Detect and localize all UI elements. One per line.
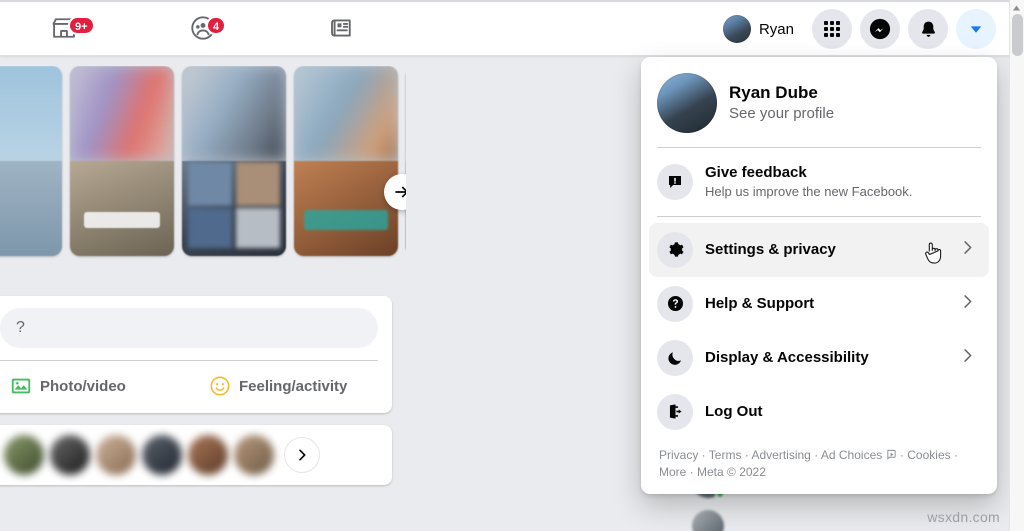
contact-avatar[interactable] <box>96 435 136 475</box>
contact-avatar[interactable] <box>234 435 274 475</box>
footer-separator: · <box>686 465 698 480</box>
marketplace-badge: 9+ <box>68 16 95 35</box>
avatar <box>657 73 717 133</box>
gear-icon <box>657 231 693 268</box>
footer-link-privacy[interactable]: Privacy <box>659 448 698 462</box>
news-feed-column: ic <box>0 56 406 485</box>
contact-avatar[interactable] <box>4 435 44 475</box>
feeling-activity-icon <box>210 376 230 396</box>
top-navigation-bar: 9+ 4 Ryan <box>0 0 1024 56</box>
bell-icon <box>921 21 935 37</box>
contacts-next-button[interactable] <box>284 437 320 473</box>
footer-link-ad-choices[interactable]: Ad Choices <box>821 448 882 462</box>
footer-meta-copyright: Meta © 2022 <box>697 465 766 480</box>
scrollbar-thumb[interactable] <box>1012 14 1023 56</box>
profile-chip-button[interactable]: Ryan <box>720 12 804 46</box>
menu-item-texts: Display & Accessibility <box>705 348 946 368</box>
facebook-page: ic <box>0 0 1024 531</box>
feedback-icon <box>657 163 693 200</box>
composer-placeholder: ? <box>16 319 25 336</box>
contact-avatar <box>692 510 724 531</box>
groups-badge: 4 <box>206 16 227 35</box>
story-card[interactable] <box>182 66 286 256</box>
menu-item-label: Help & Support <box>705 294 815 312</box>
story-card[interactable]: ic <box>0 66 62 256</box>
dropdown-footer-links: Privacy · Terms · Advertising · Ad Choic… <box>649 439 989 486</box>
post-composer-card: ? Photo/video Feeling/activity <box>0 296 392 413</box>
ad-choices-icon <box>886 449 896 460</box>
menu-item-texts: Help & Support <box>705 294 946 314</box>
topbar-right-cluster: Ryan <box>720 9 996 49</box>
dropdown-divider <box>657 147 981 148</box>
account-menu-button[interactable] <box>956 9 996 49</box>
chevron-right-icon <box>958 292 981 316</box>
chevron-right-icon <box>299 449 306 461</box>
contact-avatar[interactable] <box>50 435 90 475</box>
footer-link-cookies[interactable]: Cookies <box>907 448 950 462</box>
composer-input[interactable]: ? <box>0 308 378 348</box>
menu-item-settings-privacy[interactable]: Settings & privacy <box>649 222 989 277</box>
chevron-right-icon <box>958 346 981 370</box>
menu-item-sublabel: Help us improve the new Facebook. <box>705 184 913 200</box>
footer-separator: · <box>950 447 958 462</box>
menu-item-label: Give feedback <box>705 164 807 181</box>
contacts-strip <box>0 425 392 485</box>
apps-menu-button[interactable] <box>812 9 852 49</box>
menu-item-display-accessibility[interactable]: Display & Accessibility <box>649 331 989 385</box>
chevron-right-icon <box>958 238 981 262</box>
profile-chip-name: Ryan <box>758 20 794 38</box>
composer-actions: Photo/video Feeling/activity <box>0 361 392 413</box>
chevron-down-icon <box>970 26 982 33</box>
avatar <box>722 15 751 43</box>
menu-item-give-feedback[interactable]: Give feedback Help us improve the new Fa… <box>649 154 989 210</box>
story-card[interactable] <box>70 66 174 256</box>
footer-link-more[interactable]: More <box>659 465 686 479</box>
footer-separator: · <box>810 447 821 462</box>
dropdown-profile-row[interactable]: Ryan Dube See your profile <box>649 65 989 141</box>
story-label: ic <box>0 231 56 242</box>
nav-groups-button[interactable]: 4 <box>175 6 231 50</box>
footer-link-terms[interactable]: Terms <box>709 448 742 462</box>
photo-video-button[interactable]: Photo/video <box>0 367 187 405</box>
dropdown-divider <box>657 215 981 217</box>
menu-item-label: Settings & privacy <box>705 240 836 258</box>
question-icon <box>657 285 693 322</box>
menu-item-log-out[interactable]: Log Out <box>649 385 989 439</box>
notifications-button[interactable] <box>908 9 948 49</box>
contact-avatar[interactable] <box>142 435 182 475</box>
menu-item-label: Display & Accessibility <box>705 348 869 366</box>
nav-news-button[interactable] <box>313 6 369 50</box>
footer-separator: · <box>698 447 709 462</box>
site-watermark: wsxdn.com <box>927 509 1000 525</box>
footer-link-advertising[interactable]: Advertising <box>751 448 810 462</box>
feeling-activity-label: Feeling/activity <box>239 377 348 395</box>
menu-item-texts: Settings & privacy <box>705 240 946 260</box>
dropdown-profile-name: Ryan Dube <box>729 82 818 102</box>
feeling-activity-button[interactable]: Feeling/activity <box>199 367 386 405</box>
logout-icon <box>657 393 693 430</box>
page-scrollbar[interactable] <box>1009 0 1024 531</box>
menu-item-label: Log Out <box>705 402 763 420</box>
stories-carousel[interactable]: ic <box>0 66 406 284</box>
nav-marketplace-button[interactable]: 9+ <box>36 6 95 50</box>
messenger-button[interactable] <box>860 9 900 49</box>
scroll-up-arrow[interactable] <box>1011 2 1022 14</box>
account-dropdown-menu: Ryan Dube See your profile Give feedback… <box>641 57 997 494</box>
story-card[interactable] <box>294 66 398 256</box>
footer-separator: · <box>741 447 752 462</box>
contact-avatar[interactable] <box>188 435 228 475</box>
menu-item-help-support[interactable]: Help & Support <box>649 277 989 331</box>
top-border-line <box>0 0 1024 2</box>
grid-menu-icon <box>824 21 840 37</box>
menu-item-texts: Give feedback Help us improve the new Fa… <box>705 163 981 201</box>
photo-video-label: Photo/video <box>40 377 126 395</box>
messenger-icon <box>869 18 891 40</box>
photo-video-icon <box>11 378 31 394</box>
news-icon <box>331 19 351 37</box>
moon-icon <box>657 339 693 376</box>
footer-separator: · <box>896 447 908 462</box>
arrow-right-icon <box>395 186 406 198</box>
dropdown-profile-subtitle: See your profile <box>729 104 835 122</box>
menu-item-texts: Log Out <box>705 402 981 422</box>
